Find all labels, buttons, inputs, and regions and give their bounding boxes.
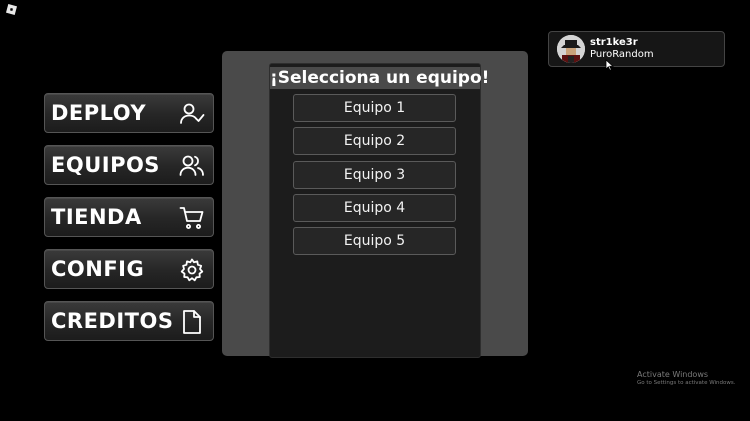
config-label: CONFIG (51, 257, 145, 281)
deploy-label: DEPLOY (51, 101, 147, 125)
team-4-button[interactable]: Equipo 4 (293, 193, 456, 222)
tienda-button[interactable]: TIENDA (44, 197, 214, 237)
team-1-button[interactable]: Equipo 1 (293, 94, 456, 122)
username: str1ke3r (590, 37, 638, 48)
config-button[interactable]: CONFIG (44, 249, 214, 289)
file-icon (183, 310, 201, 334)
activate-windows-watermark: Activate Windows Go to Settings to activ… (637, 370, 736, 386)
display-name: PuroRandom (590, 49, 654, 60)
avatar (557, 35, 585, 63)
user-card[interactable]: str1ke3r PuroRandom (548, 31, 725, 67)
team-3-button[interactable]: Equipo 3 (293, 160, 456, 189)
user-check-icon (180, 103, 205, 124)
cart-icon (179, 207, 204, 229)
roblox-logo-icon[interactable] (6, 4, 17, 15)
equipos-button[interactable]: EQUIPOS (44, 145, 214, 185)
main-menu: DEPLOY EQUIPOS TIENDA CONFIG CREDITOS (44, 93, 214, 353)
team-5-button[interactable]: Equipo 5 (293, 227, 456, 256)
deploy-button[interactable]: DEPLOY (44, 93, 214, 133)
equipos-label: EQUIPOS (51, 153, 160, 177)
creditos-button[interactable]: CREDITOS (44, 301, 214, 341)
tienda-label: TIENDA (51, 205, 142, 229)
gear-icon (180, 258, 204, 282)
activate-windows-subtitle: Go to Settings to activate Windows. (637, 380, 736, 386)
team-2-button[interactable]: Equipo 2 (293, 127, 456, 156)
mouse-cursor-icon (605, 59, 615, 71)
creditos-label: CREDITOS (51, 309, 174, 333)
avatar-image-icon (557, 35, 585, 63)
team-list: Equipo 1 Equipo 2 Equipo 3 Equipo 4 Equi… (293, 94, 456, 260)
team-select-title: ¡Selecciona un equipo! (270, 67, 490, 89)
users-icon (179, 155, 204, 176)
activate-windows-title: Activate Windows (637, 370, 709, 379)
